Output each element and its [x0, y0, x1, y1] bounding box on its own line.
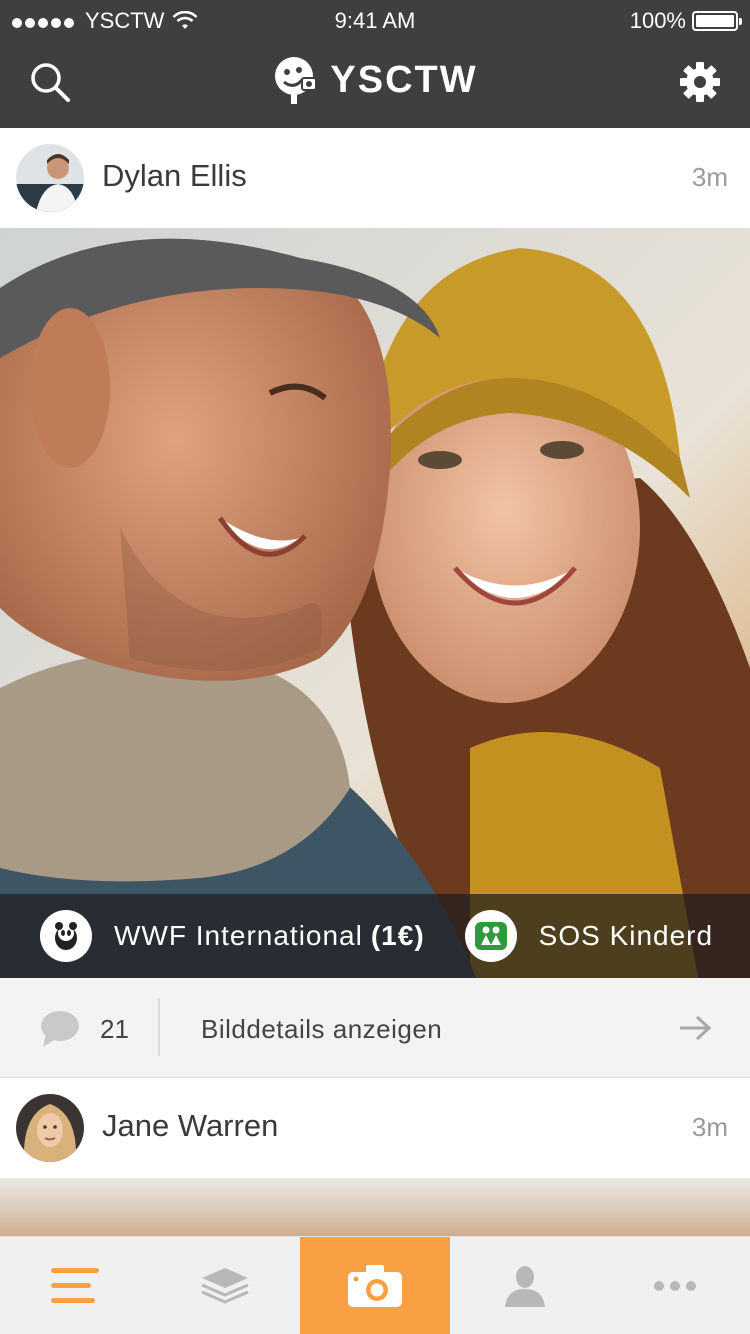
- app-title: YSCTW: [330, 58, 478, 101]
- app-logo: YSCTW: [0, 54, 750, 106]
- author-name[interactable]: Jane Warren: [102, 1108, 278, 1144]
- post-time: 3m: [691, 162, 728, 192]
- children-icon: [464, 910, 517, 962]
- tab-bar: [0, 1236, 750, 1334]
- avatar[interactable]: [16, 1094, 84, 1162]
- comment-count[interactable]: 21: [100, 1014, 129, 1045]
- charity-item[interactable]: SOS Kinderd: [464, 910, 714, 962]
- tab-more[interactable]: [600, 1237, 750, 1334]
- camera-icon: [348, 1265, 402, 1307]
- panda-icon: [40, 910, 92, 962]
- nav-bar: YSCTW: [0, 40, 750, 128]
- user-icon: [505, 1266, 545, 1307]
- arrow-right-icon[interactable]: [678, 1014, 712, 1042]
- more-icon: [654, 1281, 696, 1291]
- logo-icon: [275, 57, 318, 104]
- avatar-image: [16, 144, 84, 212]
- battery-label: 100%: [629, 8, 686, 33]
- author-name[interactable]: Dylan Ellis: [102, 158, 247, 194]
- image-details-link[interactable]: Bilddetails anzeigen: [201, 1014, 442, 1045]
- divider: [158, 998, 160, 1056]
- tab-camera[interactable]: [300, 1237, 450, 1334]
- menu-icon: [51, 1268, 99, 1303]
- post-photo[interactable]: [0, 1178, 750, 1238]
- post-time: 3m: [691, 1112, 728, 1142]
- charity-name: SOS Kinderd: [538, 920, 714, 951]
- status-right: 100%: [629, 8, 742, 34]
- post-actions: 21 Bilddetails anzeigen: [0, 978, 750, 1078]
- charity-name: WWF International: [114, 920, 363, 951]
- tab-feed[interactable]: [0, 1237, 150, 1334]
- charity-bar[interactable]: WWF International (1€) SOS Kinderd: [0, 894, 750, 978]
- charity-amount: (1€): [370, 920, 425, 951]
- battery-icon: [692, 11, 742, 31]
- post-header[interactable]: Jane Warren 3m: [0, 1078, 750, 1178]
- tab-layers[interactable]: [150, 1237, 300, 1334]
- comment-icon[interactable]: [40, 1010, 80, 1048]
- avatar[interactable]: [16, 144, 84, 212]
- status-bar: YSCTW 9:41 AM 100%: [0, 0, 750, 40]
- post-photo[interactable]: WWF International (1€) SOS Kinderd: [0, 228, 750, 978]
- gear-icon[interactable]: [678, 60, 722, 104]
- charity-item[interactable]: WWF International (1€): [40, 910, 425, 962]
- photo-image: [0, 228, 750, 978]
- avatar-image: [16, 1094, 84, 1162]
- layers-icon: [201, 1268, 249, 1304]
- post-header[interactable]: Dylan Ellis 3m: [0, 128, 750, 228]
- tab-profile[interactable]: [450, 1237, 600, 1334]
